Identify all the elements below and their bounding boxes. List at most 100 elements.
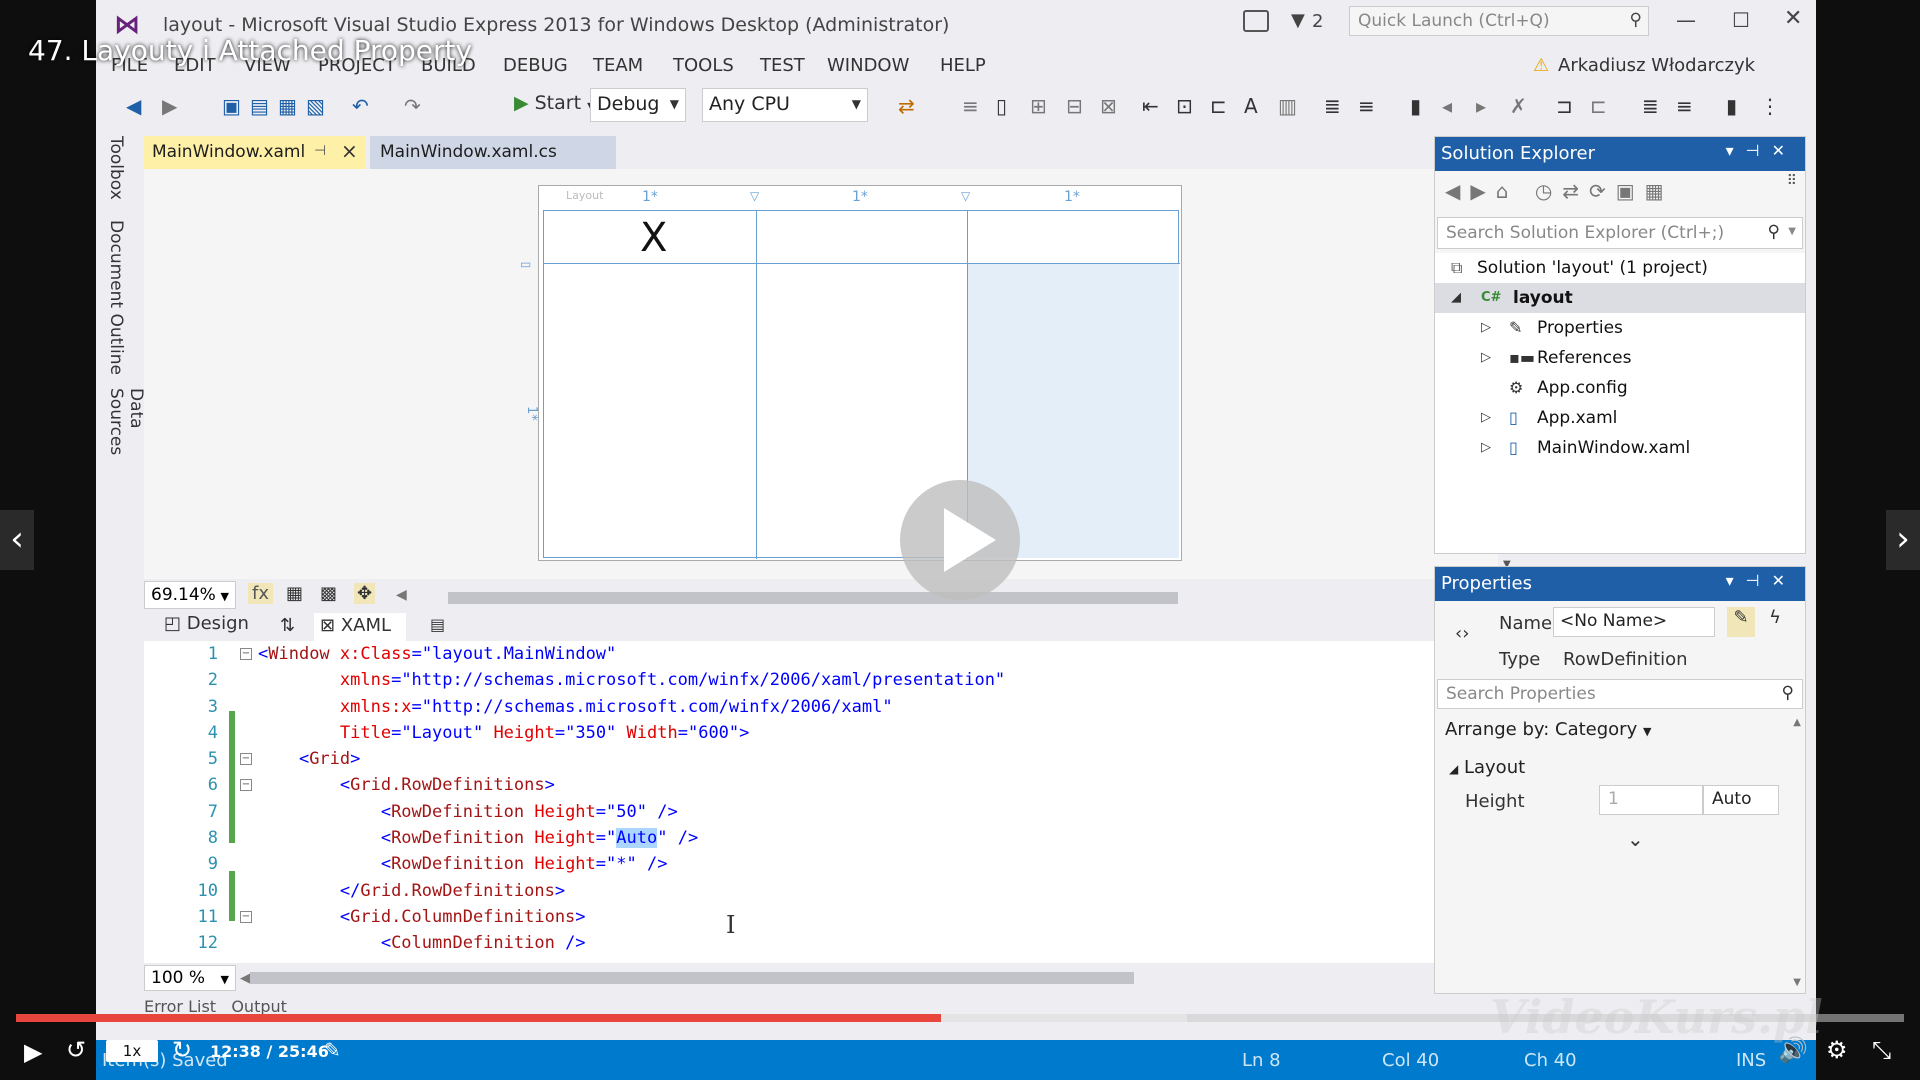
- tree-item-properties[interactable]: ▷ ✎ Properties: [1435, 313, 1805, 343]
- comment-icon[interactable]: ⊐: [1556, 94, 1573, 118]
- video-progress-bar[interactable]: [16, 1014, 1904, 1022]
- collapse-icon[interactable]: −: [240, 911, 252, 923]
- menu-tools[interactable]: TOOLS: [673, 55, 734, 76]
- collapsed-arrow-icon[interactable]: ▷: [1481, 403, 1491, 433]
- playback-speed-button[interactable]: 1x: [106, 1040, 158, 1062]
- close-icon[interactable]: ×: [341, 139, 358, 163]
- bookmark-prev-icon[interactable]: ◂: [1442, 94, 1452, 118]
- toolbar-overflow-icon[interactable]: ⋮: [1760, 94, 1780, 118]
- save-all-icon[interactable]: ▧: [306, 94, 325, 118]
- bookmark-icon[interactable]: ▮: [1726, 94, 1737, 118]
- properties-view-button[interactable]: ✎: [1727, 607, 1755, 637]
- redo-icon[interactable]: ↷: [404, 94, 421, 118]
- collapse-icon[interactable]: −: [240, 753, 252, 765]
- next-video-button[interactable]: ›: [1886, 510, 1920, 570]
- tree-item-references[interactable]: ▷ ▪▬ References: [1435, 343, 1805, 373]
- height-unit-select[interactable]: Auto: [1703, 785, 1779, 815]
- snap-grid-icon[interactable]: ▩: [320, 583, 337, 604]
- category-layout[interactable]: ◢ Layout: [1449, 757, 1525, 778]
- dock-icon[interactable]: ⊏: [1210, 94, 1227, 118]
- tree-item-app-xaml[interactable]: ▷ ▯ App.xaml: [1435, 403, 1805, 433]
- play-icon[interactable]: ▶: [24, 1038, 42, 1066]
- grid-preview[interactable]: X Layout 1* 1* 1* ▽ ▽ ▭ 1*: [520, 189, 1180, 559]
- panel-window-controls[interactable]: ▾⊣✕: [1726, 571, 1797, 590]
- attach-process-icon[interactable]: ⇄: [898, 94, 915, 118]
- column-marker-icon[interactable]: ▽: [961, 189, 970, 203]
- collapse-icon[interactable]: −: [240, 648, 252, 660]
- snap-lines-icon[interactable]: ✥: [354, 583, 376, 604]
- pin-icon[interactable]: ⊣: [314, 143, 326, 159]
- navigate-back-icon[interactable]: ◀: [126, 94, 141, 118]
- tab-mainwindow-xaml[interactable]: MainWindow.xaml ⊣ ×: [144, 136, 366, 169]
- panel-window-controls[interactable]: ▾⊣✕: [1726, 141, 1797, 160]
- uncomment-icon[interactable]: ⊏: [1590, 94, 1607, 118]
- menu-team[interactable]: TEAM: [593, 55, 643, 76]
- font-icon[interactable]: A: [1244, 94, 1258, 118]
- editor-horizontal-scrollbar[interactable]: [250, 972, 1466, 984]
- new-project-icon[interactable]: ▣: [222, 94, 241, 118]
- element-name-input[interactable]: <No Name>: [1553, 607, 1715, 637]
- collapsed-arrow-icon[interactable]: ▷: [1481, 433, 1491, 463]
- scroll-down-icon[interactable]: ▼: [1793, 977, 1801, 988]
- previous-video-button[interactable]: ‹: [0, 510, 34, 570]
- document-icon[interactable]: ▯: [996, 94, 1007, 118]
- popout-xaml-icon[interactable]: ▤: [430, 615, 445, 634]
- format-icon[interactable]: ≡: [1676, 94, 1693, 118]
- scroll-thumb[interactable]: [448, 592, 1178, 604]
- code-line[interactable]: <Grid>: [258, 746, 1458, 772]
- rewind-icon[interactable]: ↺: [66, 1036, 86, 1064]
- code-line[interactable]: <Window x:Class="layout.MainWindow": [258, 641, 1458, 667]
- platform-select[interactable]: Any CPU ▼: [702, 88, 868, 122]
- undo-icon[interactable]: ↶: [352, 94, 369, 118]
- toolbox-tab[interactable]: Toolbox: [106, 136, 126, 200]
- events-view-button[interactable]: ϟ: [1761, 607, 1789, 637]
- layout-tool-icon[interactable]: ⊟: [1066, 94, 1083, 118]
- fullscreen-icon[interactable]: ⤡: [1872, 1036, 1891, 1064]
- tab-mainwindow-xaml-cs[interactable]: MainWindow.xaml.cs: [370, 136, 616, 169]
- tree-item-mainwindow-xaml[interactable]: ▷ ▯ MainWindow.xaml: [1435, 433, 1805, 463]
- bookmark-icon[interactable]: ▮: [1410, 94, 1421, 118]
- height-value-input[interactable]: 1: [1599, 785, 1703, 815]
- code-line[interactable]: xmlns="http://schemas.microsoft.com/winf…: [258, 667, 1458, 693]
- code-line[interactable]: <RowDefinition Height="*" />: [258, 851, 1458, 877]
- code-line[interactable]: Title="Layout" Height="350" Width="600">: [258, 720, 1458, 746]
- solution-explorer-toolbar[interactable]: ◀▶⌂ ◷⇄⟳▣▦: [1445, 179, 1674, 203]
- column-marker-icon[interactable]: ▽: [750, 189, 759, 203]
- row-divider[interactable]: [544, 263, 1180, 264]
- indent-icon[interactable]: ≣: [1324, 94, 1341, 118]
- volume-icon[interactable]: 🔊: [1778, 1036, 1808, 1064]
- code-line[interactable]: <RowDefinition Height="Auto" />: [258, 825, 1458, 851]
- overflow-icon[interactable]: ⠿: [1787, 173, 1797, 189]
- menu-window[interactable]: WINDOW: [827, 55, 909, 76]
- solution-search-input[interactable]: Search Solution Explorer (Ctrl+;) ⚲ ▼: [1437, 217, 1803, 249]
- layout-tool-icon[interactable]: ⊞: [1030, 94, 1047, 118]
- layout-tool-icon[interactable]: ⊠: [1100, 94, 1117, 118]
- menu-test[interactable]: TEST: [760, 55, 805, 76]
- expanded-arrow-icon[interactable]: ◢: [1451, 283, 1461, 313]
- tab-xaml[interactable]: ⊠ XAML: [314, 613, 406, 641]
- configuration-select[interactable]: Debug ▼: [590, 88, 686, 122]
- tab-design[interactable]: ◰ Design: [164, 613, 249, 634]
- collapsed-arrow-icon[interactable]: ▷: [1481, 343, 1491, 373]
- scroll-left-icon[interactable]: ◀: [396, 587, 407, 603]
- document-outline-tab[interactable]: Document Outline: [106, 220, 126, 375]
- format-icon[interactable]: ≣: [1642, 94, 1659, 118]
- menu-help[interactable]: HELP: [940, 55, 986, 76]
- designer-zoom-select[interactable]: 69.14% ▼: [144, 581, 236, 609]
- collapse-icon[interactable]: −: [240, 779, 252, 791]
- settings-icon[interactable]: ⚙: [1826, 1036, 1848, 1064]
- open-file-icon[interactable]: ▤: [250, 94, 269, 118]
- grid-icon[interactable]: ▥: [1278, 94, 1297, 118]
- start-debugging-button[interactable]: ▶Start ▾: [514, 92, 593, 114]
- bookmark-next-icon[interactable]: ▸: [1476, 94, 1486, 118]
- minimize-button[interactable]: —: [1676, 8, 1696, 32]
- menu-debug[interactable]: DEBUG: [503, 55, 568, 76]
- forward-icon[interactable]: ↻: [172, 1036, 192, 1064]
- quick-launch-input[interactable]: Quick Launch (Ctrl+Q) ⚲: [1349, 6, 1649, 36]
- feedback-icon[interactable]: [1243, 10, 1269, 32]
- scroll-thumb[interactable]: [250, 972, 1134, 984]
- notes-icon[interactable]: ✎: [324, 1038, 341, 1062]
- maximize-button[interactable]: ☐: [1732, 8, 1750, 32]
- row-marker-icon[interactable]: ▭: [520, 257, 531, 271]
- expand-advanced-icon[interactable]: ⌄: [1627, 827, 1644, 851]
